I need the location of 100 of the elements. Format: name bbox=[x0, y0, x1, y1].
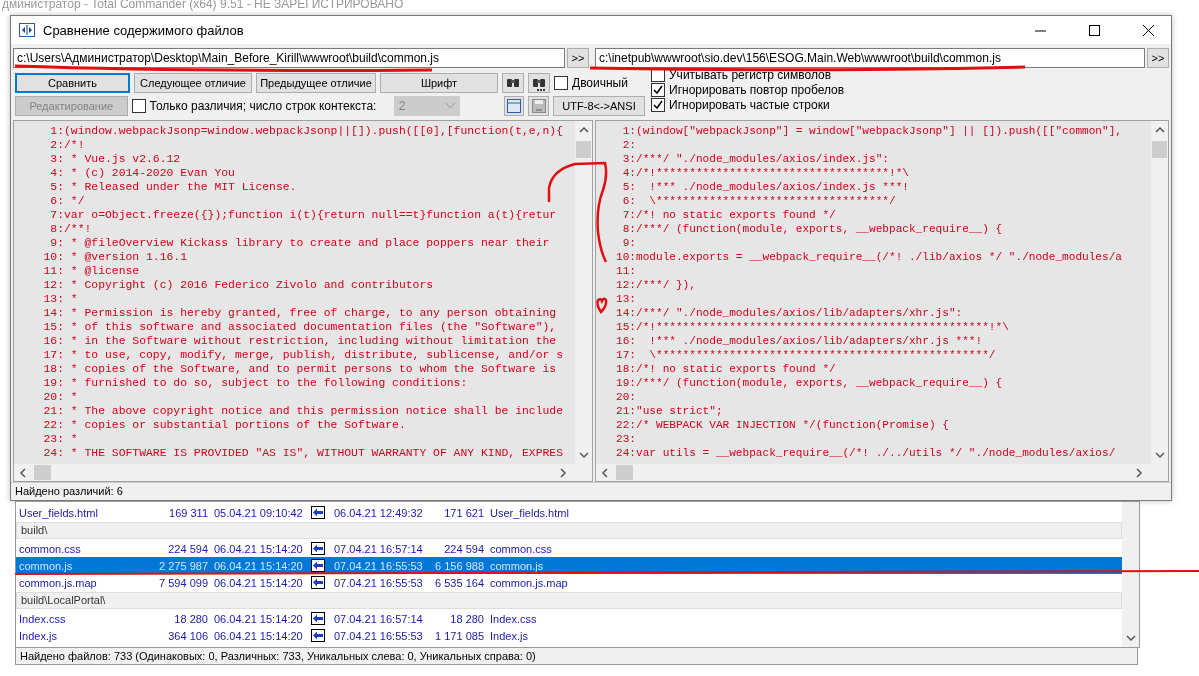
file-name: common.js.map bbox=[18, 576, 98, 589]
file-date: 06.04.21 15:14:20 bbox=[213, 542, 304, 555]
file-date: 07.04.21 16:55:53 bbox=[333, 629, 424, 642]
file-size: 1 171 085 bbox=[434, 629, 485, 642]
code-line: 10: * @version 1.16.1 bbox=[42, 250, 188, 264]
code-line: 13: * bbox=[42, 292, 78, 306]
checkbox[interactable] bbox=[651, 98, 665, 112]
code-line: 4:/*!***********************************!*\ bbox=[621, 166, 909, 180]
code-line: 14:/***/ "./node_modules/axios/lib/adapters/xhr.js": bbox=[615, 306, 963, 320]
file-name: User_fields.html bbox=[18, 506, 99, 519]
window-title: Сравнение содержимого файлов bbox=[43, 22, 245, 38]
file-row[interactable]: Index.css 18 280 06.04.21 15:14:20 07.04.21 16:57:14 18 280 Index.css bbox=[16, 610, 1122, 627]
checkbox[interactable] bbox=[554, 76, 568, 90]
file-name: Index.js bbox=[18, 629, 58, 642]
code-line: 24: * THE SOFTWARE IS PROVIDED "AS IS", WITHOUT WARRANTY OF ANY KIND, EXPRES bbox=[42, 446, 563, 460]
vertical-scrollbar[interactable] bbox=[1151, 121, 1168, 464]
binary-checkbox[interactable]: Двоичный bbox=[554, 76, 628, 90]
window-icon bbox=[506, 99, 521, 113]
code-line: 22: * copies or substantial portions of the Software. bbox=[42, 418, 406, 432]
file-row[interactable]: User_fields.html 169 311 05.04.21 09:10:42 06.04.21 12:49:32 171 621 User_fields.html bbox=[16, 504, 1122, 521]
file-list-status: Найдено файлов: 733 (Одинаковых: 0, Различных: 733, Уникальных слева: 0, Уникальных справа: 0) bbox=[15, 648, 1138, 665]
code-line: 6: */ bbox=[49, 194, 85, 208]
code-line: 4: * (c) 2014-2020 Evan You bbox=[49, 166, 235, 180]
code-line: 11: bbox=[615, 264, 636, 278]
browse-button[interactable]: >> bbox=[1147, 48, 1169, 68]
file-size: 364 106 bbox=[167, 629, 209, 642]
code-line: 22:/* WEBPACK VAR INJECTION */(function(Promise) { bbox=[615, 418, 949, 432]
code-line: 8:/***/ (function(module, exports, __webpack_require__) { bbox=[621, 222, 1003, 236]
file-date: 06.04.21 12:49:32 bbox=[333, 506, 424, 519]
layout-button[interactable] bbox=[503, 96, 525, 116]
code-line: 5: !*** ./node_modules/axios/index.js ***! bbox=[621, 180, 909, 194]
code-line: 3:/***/ "./node_modules/axios/index.js": bbox=[621, 152, 889, 166]
code-line: 18: * copies of the Software, and to permit persons to whom the Software is bbox=[42, 362, 557, 376]
checkbox[interactable] bbox=[131, 99, 146, 113]
scroll-thumb[interactable] bbox=[34, 465, 51, 480]
file-date: 07.04.21 16:55:53 bbox=[333, 559, 424, 572]
scroll-thumb[interactable] bbox=[1152, 141, 1167, 158]
horizontal-scrollbar[interactable] bbox=[596, 464, 1168, 481]
code-line: 17: \**************************************************/ bbox=[615, 348, 996, 362]
file-date: 05.04.21 09:10:42 bbox=[213, 506, 304, 519]
browse-button[interactable]: >> bbox=[567, 48, 589, 68]
option-checkbox[interactable]: Учитывать регистр символов bbox=[651, 68, 845, 82]
right-path-field[interactable]: c:\inetpub\wwwroot\sio.dev\156\ESOG.Main.Web\wwwroot\build\common.js bbox=[595, 48, 1146, 68]
code-line: 13: bbox=[615, 292, 636, 306]
maximize-icon bbox=[1088, 24, 1100, 36]
toolbar-button[interactable]: Следующее отличие bbox=[134, 73, 252, 93]
toolbar-button[interactable]: Шрифт bbox=[380, 73, 498, 93]
vertical-scrollbar[interactable] bbox=[575, 121, 592, 464]
file-size: 6 535 164 bbox=[434, 576, 485, 589]
code-line: 1:(window.webpackJsonp=window.webpackJsonp||[]).push([[0],[function(t,e,n){ bbox=[49, 124, 563, 138]
code-line: 21:"use strict"; bbox=[615, 404, 723, 418]
file-row[interactable]: common.js.map 7 594 099 06.04.21 15:14:20 07.04.21 16:55:53 6 535 164 common.js.map bbox=[16, 574, 1122, 591]
file-size: 224 594 bbox=[443, 542, 485, 555]
code-line: 12: * Copyright (c) 2016 Federico Zivolo and contributors bbox=[42, 278, 434, 292]
file-date: 06.04.21 15:14:20 bbox=[213, 629, 304, 642]
toolbar-button[interactable]: Сравнить bbox=[15, 73, 130, 93]
file-date: 07.04.21 16:55:53 bbox=[333, 576, 424, 589]
code-line: 9: bbox=[621, 236, 636, 250]
file-size: 171 621 bbox=[443, 506, 485, 519]
file-size: 6 156 988 bbox=[434, 559, 485, 572]
option-checkbox[interactable]: Игнорировать частые строки bbox=[651, 98, 845, 112]
code-line: 7:/*! no static exports found */ bbox=[621, 208, 836, 222]
code-line: 2:/*! bbox=[49, 138, 85, 152]
background-window-title: дминистратор - Total Commander (x64) 9.51 - НЕ ЗАРЕГИСТРИРОВАНО bbox=[1, 0, 405, 13]
code-line: 20: * bbox=[42, 390, 78, 404]
scroll-thumb[interactable] bbox=[616, 465, 633, 480]
code-line: 10:module.exports = __webpack_require__(/*! ./lib/axios */ "./node_modules/a bbox=[615, 250, 1122, 264]
file-name: common.css bbox=[489, 542, 553, 555]
vertical-scrollbar[interactable] bbox=[1122, 502, 1139, 647]
code-line: 1:(window["webpackJsonp"] = window["webpackJsonp"] || []).push([["common"], bbox=[621, 124, 1122, 138]
file-name: common.js bbox=[18, 559, 74, 572]
code-line: 6: \***********************************/ bbox=[621, 194, 896, 208]
file-name: common.js.map bbox=[489, 576, 569, 589]
left-arrow-icon bbox=[311, 559, 325, 572]
file-name: common.css bbox=[18, 542, 82, 555]
left-path-field[interactable]: c:\Users\Администратор\Desktop\Main_Before_Kirill\wwwroot\build\common.js bbox=[13, 48, 566, 68]
find-next-button[interactable] bbox=[528, 73, 550, 93]
find-button[interactable] bbox=[502, 73, 524, 93]
code-line: 15:/*!**************************************************!*\ bbox=[615, 320, 1009, 334]
file-row[interactable]: Index.js 364 106 06.04.21 15:14:20 07.04.21 16:55:53 1 171 085 Index.js bbox=[16, 627, 1122, 644]
file-size: 7 594 099 bbox=[158, 576, 209, 589]
left-arrow-icon bbox=[311, 542, 325, 555]
code-line: 21: * The above copyright notice and this permission notice shall be include bbox=[42, 404, 563, 418]
file-size: 2 275 987 bbox=[158, 559, 209, 572]
left-arrow-icon bbox=[311, 506, 325, 519]
compare-icon bbox=[19, 23, 35, 37]
file-size: 18 280 bbox=[449, 612, 485, 625]
toolbar-button[interactable]: Предыдущее отличие bbox=[256, 73, 376, 93]
file-name: Index.js bbox=[489, 629, 529, 642]
folder-row[interactable]: build\LocalPortal\ bbox=[16, 592, 1122, 609]
file-row[interactable]: common.css 224 594 06.04.21 15:14:20 07.04.21 16:57:14 224 594 common.css bbox=[16, 540, 1122, 557]
code-line: 20: bbox=[615, 390, 636, 404]
checkbox[interactable] bbox=[651, 83, 665, 97]
scroll-thumb[interactable] bbox=[576, 141, 591, 158]
code-line: 2: bbox=[621, 138, 636, 152]
folder-row[interactable]: build\ bbox=[16, 522, 1122, 539]
option-checkbox[interactable]: Игнорировать повтор пробелов bbox=[651, 83, 845, 97]
horizontal-scrollbar[interactable] bbox=[14, 464, 592, 481]
encoding-button[interactable]: UTF-8<->ANSI bbox=[553, 96, 645, 116]
only-differences-checkbox[interactable]: Только различия; число строк контекста: bbox=[131, 99, 377, 113]
